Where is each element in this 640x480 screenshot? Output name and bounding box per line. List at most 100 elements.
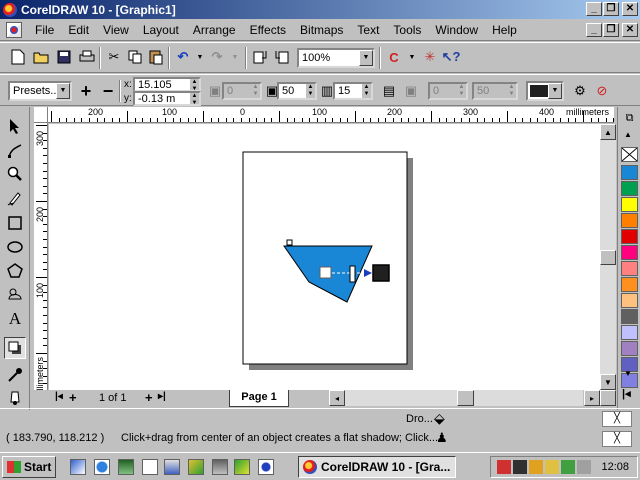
quicklaunch-icon[interactable] [118,459,134,475]
outline-indicator[interactable]: ╳ [602,431,632,447]
x-position-field[interactable]: 15.105 ▲ ▼ [133,77,201,92]
presets-combo[interactable]: Presets... ▼ [8,81,72,101]
speaker-icon[interactable] [577,460,591,474]
scroll-thumb[interactable] [600,250,616,265]
zoom-tool-icon[interactable] [4,163,26,185]
export-icon[interactable] [272,47,292,67]
interactive-drop-shadow-tool-icon[interactable] [4,337,26,359]
menu-view[interactable]: View [96,23,136,37]
palette-swatch[interactable] [621,213,638,228]
application-launcher-icon[interactable]: C [384,47,404,67]
feather-edges-icon[interactable]: ▣ [401,81,421,101]
menu-text[interactable]: Text [350,23,386,37]
shadow-color-picker[interactable]: ▼ [526,81,564,101]
paste-icon[interactable] [146,47,166,67]
quicklaunch-icon[interactable] [212,459,228,475]
vertical-ruler[interactable]: 300 200 100 millimeters [34,123,48,390]
shadow-fade-field[interactable]: 0 ▲ ▼ [428,82,468,100]
start-button[interactable]: Start [2,456,56,478]
menu-layout[interactable]: Layout [136,23,186,37]
palette-swatch[interactable] [621,293,638,308]
spin-arrows-icon[interactable]: ▲ ▼ [457,84,466,98]
launcher-dropdown-icon[interactable]: ▼ [402,47,422,67]
internet-explorer-icon[interactable] [94,459,110,475]
copy-shadow-properties-icon[interactable]: ⚙ [570,81,590,101]
palette-scroll-up-icon[interactable]: ▲ [624,130,632,139]
palette-swatch[interactable] [621,341,638,356]
menu-tools[interactable]: Tools [386,23,428,37]
shape-tool-icon[interactable] [4,140,26,162]
menu-file[interactable]: File [28,23,61,37]
menu-help[interactable]: Help [485,23,524,37]
tray-icon[interactable] [561,460,575,474]
tray-icon[interactable] [497,460,511,474]
shadow-opacity-slider[interactable] [349,265,356,283]
object-handle[interactable] [286,239,293,246]
quicklaunch-icon[interactable] [258,459,274,475]
y-position-field[interactable]: -0.13 m ▲ ▼ [133,91,201,106]
fill-indicator[interactable]: ╳ [602,411,632,427]
menu-edit[interactable]: Edit [61,23,96,37]
eyedropper-tool-icon[interactable] [4,364,26,386]
spin-arrows-icon[interactable]: ▲ ▼ [190,93,199,106]
shadow-feather-field[interactable]: 15 ▲ ▼ [333,82,373,100]
palette-swatch[interactable] [621,181,638,196]
corel-online-icon[interactable]: ✳ [420,47,440,67]
outline-tool-icon[interactable] [4,387,26,409]
spin-arrows-icon[interactable]: ▲ ▼ [362,84,371,98]
menu-bitmaps[interactable]: Bitmaps [293,23,350,37]
ruler-origin-corner[interactable] [34,107,48,123]
tray-icon[interactable] [529,460,543,474]
palette-swatch[interactable] [621,277,638,292]
palette-expand-icon[interactable]: |◂ [622,387,631,400]
pick-tool-icon[interactable] [4,115,26,137]
spin-arrows-icon[interactable]: ▲ ▼ [507,84,516,98]
menu-window[interactable]: Window [428,23,485,37]
doc-restore-button[interactable]: ❐ [603,23,619,37]
tray-icon[interactable] [513,460,527,474]
redo-icon[interactable]: ↷ [207,47,227,67]
vertical-scrollbar[interactable]: ▲ ▼ [600,124,616,390]
spin-arrows-icon[interactable]: ▲ ▼ [306,84,315,98]
scroll-left-icon[interactable]: ◂ [329,390,345,406]
save-icon[interactable] [54,47,74,67]
feather-direction-icon[interactable]: ▤ [379,81,399,101]
add-preset-icon[interactable]: + [76,81,96,101]
print-icon[interactable] [77,47,97,67]
insert-page-before-icon[interactable]: + [69,390,77,405]
close-button[interactable]: ✕ [622,2,638,16]
open-folder-icon[interactable] [31,47,51,67]
palette-swatch[interactable] [621,309,638,324]
zoom-level-combo[interactable]: 100% ▼ [297,48,375,68]
drawing-area[interactable] [49,124,600,390]
menu-arrange[interactable]: Arrange [186,23,243,37]
doc-close-button[interactable]: ✕ [622,23,638,37]
horizontal-scroll-thumb[interactable] [457,390,474,406]
show-desktop-icon[interactable] [142,459,158,475]
scroll-right-icon[interactable]: ▸ [584,390,600,406]
import-icon[interactable] [250,47,270,67]
menu-effects[interactable]: Effects [243,23,293,37]
search-icon[interactable] [164,459,180,475]
rectangle-tool-icon[interactable] [4,212,26,234]
palette-swatch[interactable] [621,165,638,180]
tray-icon[interactable] [545,460,559,474]
palette-options-icon[interactable]: ⧉ [621,110,638,127]
basic-shapes-tool-icon[interactable] [4,284,26,306]
copy-icon[interactable] [125,47,145,67]
drawing-canvas[interactable] [49,124,600,390]
spin-arrows-icon[interactable]: ▲ ▼ [190,79,199,92]
whats-this-help-icon[interactable]: ↖? [441,47,461,67]
freehand-tool-icon[interactable] [4,187,26,209]
new-document-icon[interactable] [8,47,28,67]
chevron-down-icon[interactable]: ▼ [56,83,70,99]
quicklaunch-icon[interactable] [70,459,86,475]
palette-swatch[interactable] [621,197,638,212]
quicklaunch-icon[interactable] [234,459,250,475]
page-tab[interactable]: Page 1 [229,390,289,407]
minimize-button[interactable]: _ [586,2,602,16]
cut-icon[interactable]: ✂ [104,47,124,67]
palette-swatch[interactable] [621,229,638,244]
ellipse-tool-icon[interactable] [4,236,26,258]
insert-page-after-icon[interactable]: + [145,390,153,405]
